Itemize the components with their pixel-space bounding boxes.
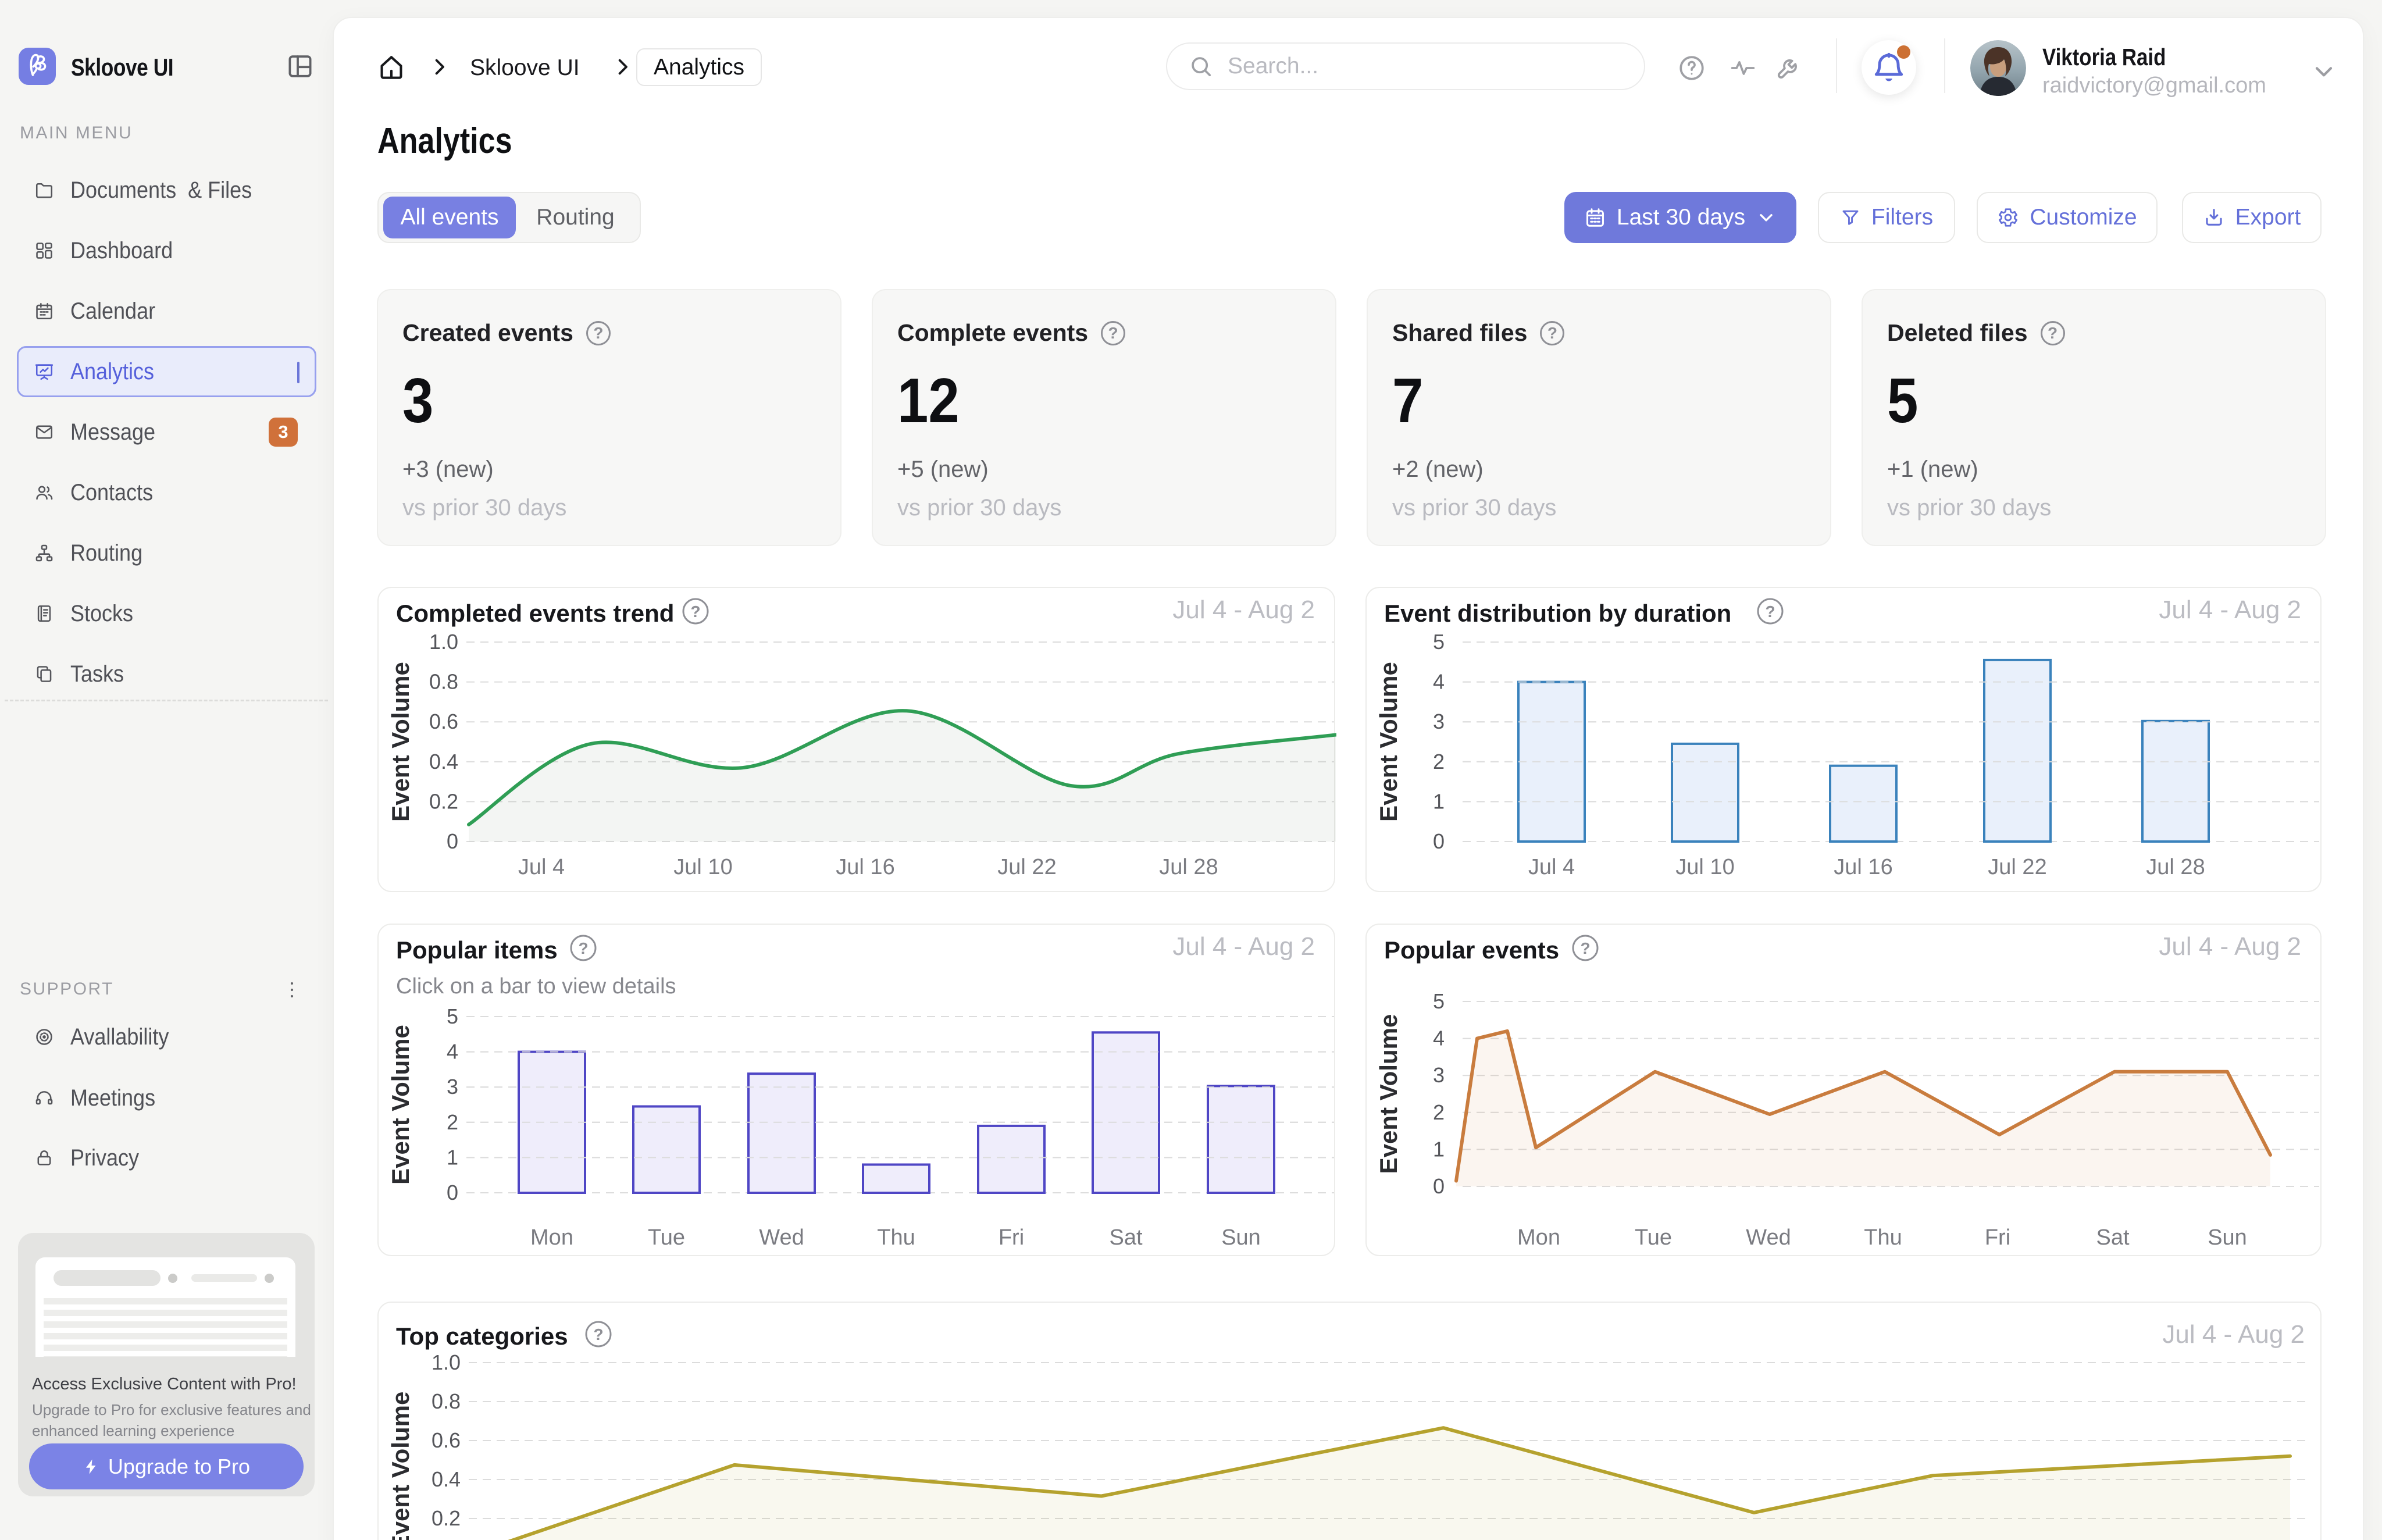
svg-text:?: ? [690, 603, 700, 621]
svg-text:Event Volume: Event Volume [1375, 662, 1402, 822]
svg-text:Completed events trend: Completed events trend [396, 600, 674, 627]
svg-text:Fri: Fri [999, 1225, 1024, 1250]
svg-text:3: 3 [1433, 710, 1445, 733]
svg-text:3: 3 [1433, 1063, 1445, 1087]
svg-text:0.8: 0.8 [432, 1389, 461, 1413]
svg-text:0.4: 0.4 [432, 1467, 461, 1491]
svg-text:0.2: 0.2 [432, 1506, 461, 1530]
svg-text:Jul 22: Jul 22 [1988, 855, 2046, 879]
svg-text:Thu: Thu [877, 1225, 915, 1250]
svg-text:Sun: Sun [2208, 1225, 2247, 1250]
svg-text:4: 4 [1433, 670, 1445, 694]
svg-text:?: ? [593, 1325, 603, 1343]
svg-text:2: 2 [1433, 1100, 1445, 1124]
svg-text:Tue: Tue [1635, 1225, 1672, 1250]
svg-text:Mon: Mon [1517, 1225, 1560, 1250]
svg-text:Jul 4: Jul 4 [1528, 855, 1575, 879]
svg-text:0: 0 [1433, 829, 1445, 853]
svg-text:5: 5 [1433, 989, 1445, 1013]
svg-text:Jul 4: Jul 4 [518, 855, 565, 879]
svg-text:0.8: 0.8 [429, 670, 458, 694]
svg-text:Wed: Wed [759, 1225, 804, 1250]
svg-text:4: 4 [447, 1040, 458, 1064]
svg-text:1: 1 [1433, 789, 1445, 813]
svg-text:Top categories: Top categories [396, 1322, 568, 1350]
svg-text:Event Volume: Event Volume [387, 1392, 414, 1540]
svg-text:3: 3 [447, 1075, 458, 1099]
svg-text:2: 2 [1433, 750, 1445, 773]
svg-text:1: 1 [447, 1145, 458, 1169]
svg-text:5: 5 [447, 1004, 458, 1028]
svg-text:Popular events: Popular events [1384, 936, 1559, 964]
svg-text:Jul 4 - Aug 2: Jul 4 - Aug 2 [2159, 596, 2301, 624]
svg-text:0.6: 0.6 [429, 710, 458, 733]
svg-text:Click on a bar to view details: Click on a bar to view details [396, 974, 676, 999]
svg-text:Popular items: Popular items [396, 936, 558, 964]
svg-text:Jul 16: Jul 16 [836, 855, 894, 879]
svg-text:?: ? [1765, 603, 1775, 621]
svg-text:Jul 22: Jul 22 [997, 855, 1056, 879]
svg-text:Jul 10: Jul 10 [1675, 855, 1734, 879]
svg-text:Tue: Tue [648, 1225, 685, 1250]
svg-text:Event Volume: Event Volume [387, 1025, 414, 1185]
svg-text:Thu: Thu [1864, 1225, 1902, 1250]
svg-text:1: 1 [1433, 1137, 1445, 1161]
svg-text:Sat: Sat [2096, 1225, 2129, 1250]
svg-text:Sat: Sat [1109, 1225, 1142, 1250]
svg-text:Wed: Wed [1746, 1225, 1791, 1250]
svg-text:Event distribution by duration: Event distribution by duration [1384, 600, 1731, 627]
svg-text:0: 0 [447, 1181, 458, 1204]
svg-text:0.4: 0.4 [429, 750, 458, 773]
svg-text:Jul 28: Jul 28 [2146, 855, 2205, 879]
svg-text:?: ? [578, 939, 588, 957]
svg-text:Jul 10: Jul 10 [673, 855, 732, 879]
svg-text:Event Volume: Event Volume [387, 662, 414, 822]
svg-text:Event Volume: Event Volume [1375, 1014, 1402, 1174]
svg-text:1.0: 1.0 [429, 630, 458, 654]
svg-text:0.2: 0.2 [429, 789, 458, 813]
svg-text:1.0: 1.0 [432, 1350, 461, 1374]
svg-text:Mon: Mon [530, 1225, 573, 1250]
svg-text:0.6: 0.6 [432, 1428, 461, 1452]
svg-text:2: 2 [447, 1110, 458, 1134]
svg-text:Jul 4 - Aug 2: Jul 4 - Aug 2 [2159, 932, 2301, 961]
svg-text:Fri: Fri [1985, 1225, 2010, 1250]
svg-text:Jul 16: Jul 16 [1834, 855, 1892, 879]
svg-text:Jul 28: Jul 28 [1159, 855, 1218, 879]
svg-text:5: 5 [1433, 630, 1445, 654]
svg-text:Sun: Sun [1221, 1225, 1261, 1250]
svg-text:0: 0 [447, 829, 458, 853]
svg-text:0: 0 [1433, 1174, 1445, 1198]
svg-text:Jul 4 - Aug 2: Jul 4 - Aug 2 [1172, 596, 1315, 624]
svg-text:Jul 4 - Aug 2: Jul 4 - Aug 2 [2162, 1320, 2305, 1349]
svg-text:4: 4 [1433, 1026, 1445, 1050]
svg-text:?: ? [1580, 939, 1590, 957]
svg-text:Jul 4 - Aug 2: Jul 4 - Aug 2 [1172, 932, 1315, 961]
